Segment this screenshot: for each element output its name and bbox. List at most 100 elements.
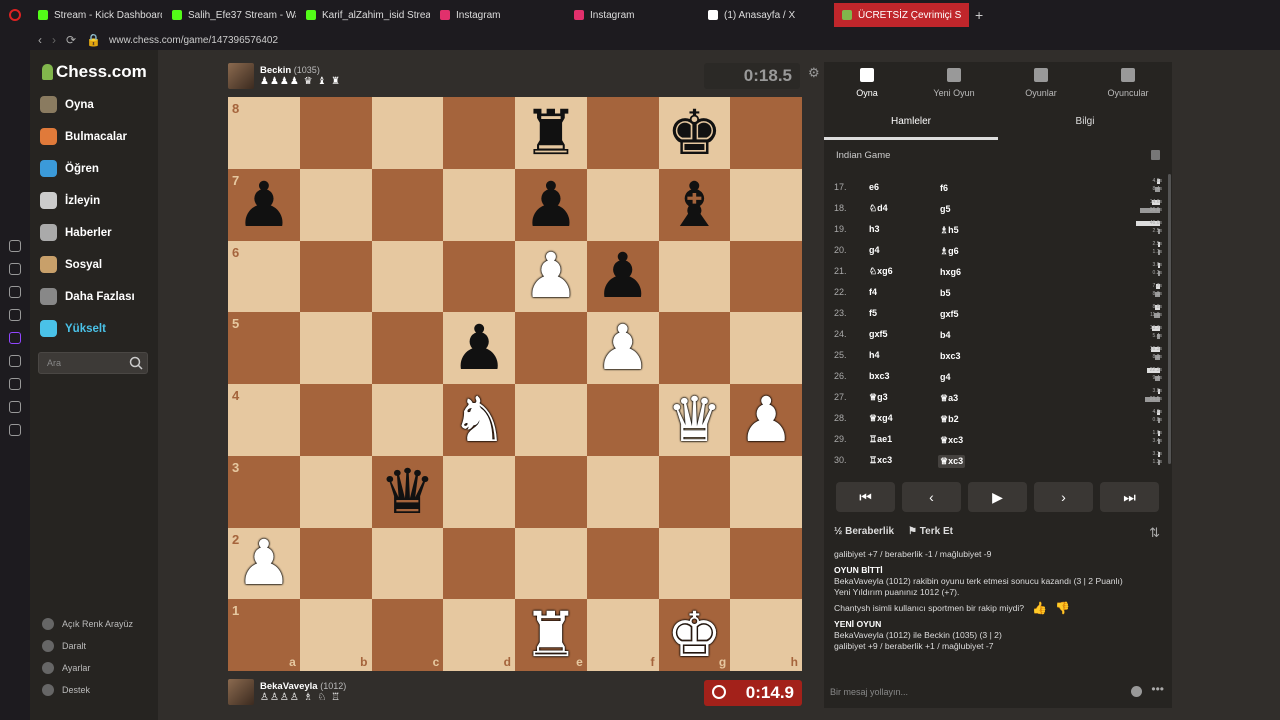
- black-king-piece[interactable]: ♚: [667, 101, 723, 164]
- square-c4[interactable]: [371, 384, 444, 456]
- nav-item-diamond[interactable]: Yükselt: [40, 320, 106, 337]
- white-pawn-piece[interactable]: ♟: [595, 317, 651, 379]
- play-button[interactable]: ▶: [968, 482, 1027, 512]
- square-h5[interactable]: [730, 312, 802, 384]
- thumbs-down-icon[interactable]: 👎: [1055, 602, 1070, 614]
- square-c2[interactable]: [371, 527, 444, 600]
- black-rook-piece[interactable]: ♜: [523, 101, 579, 164]
- square-h1[interactable]: h: [730, 599, 802, 671]
- square-e7[interactable]: ♟: [515, 168, 587, 241]
- square-e4[interactable]: [515, 384, 587, 456]
- bottom-nav-item[interactable]: Destek: [42, 684, 90, 696]
- chess-logo[interactable]: Chess.com: [42, 62, 147, 82]
- player-icon[interactable]: [9, 378, 21, 390]
- square-a7[interactable]: ♟ 7: [228, 168, 300, 241]
- browser-tab[interactable]: Stream - Kick Dashboard: [30, 3, 162, 27]
- square-f3[interactable]: [586, 455, 659, 528]
- black-bishop-piece[interactable]: ♝: [667, 173, 723, 236]
- white-move[interactable]: h3: [869, 224, 880, 234]
- first-move-button[interactable]: ⏮: [836, 482, 895, 512]
- square-h4[interactable]: ♟: [730, 384, 802, 456]
- nav-item-puzzle[interactable]: Bulmacalar: [40, 128, 127, 145]
- black-move[interactable]: f6: [938, 182, 950, 194]
- white-pawn-piece[interactable]: ♟: [236, 532, 292, 594]
- square-f4[interactable]: [586, 384, 659, 456]
- black-move[interactable]: b4: [938, 329, 953, 341]
- black-queen-piece[interactable]: ♛: [380, 460, 436, 523]
- nav-item-watch[interactable]: İzleyin: [40, 192, 100, 209]
- panel-tab-new-game[interactable]: Yeni Oyun: [911, 66, 997, 98]
- square-b7[interactable]: [299, 168, 372, 241]
- opera-logo-icon[interactable]: [0, 9, 30, 21]
- next-move-button[interactable]: ›: [1034, 482, 1093, 512]
- last-move-button[interactable]: ⏭: [1100, 482, 1159, 512]
- black-move[interactable]: gxf5: [938, 308, 961, 320]
- white-king-piece[interactable]: ♚: [667, 604, 723, 666]
- white-move[interactable]: ♕xg4: [869, 413, 893, 424]
- square-g4[interactable]: ♛: [658, 384, 731, 456]
- square-b1[interactable]: b: [299, 599, 372, 671]
- square-b3[interactable]: [299, 455, 372, 528]
- flip-board-icon[interactable]: ⇅: [1149, 525, 1160, 541]
- more-options-icon[interactable]: •••: [1151, 682, 1164, 696]
- square-e2[interactable]: [515, 527, 587, 600]
- tab-info[interactable]: Bilgi: [998, 110, 1172, 140]
- browser-tab[interactable]: (1) Anasayfa / X: [700, 3, 832, 27]
- nav-item-learn[interactable]: Öğren: [40, 160, 99, 177]
- square-f8[interactable]: [586, 97, 659, 169]
- search-input[interactable]: Ara: [38, 352, 148, 374]
- white-move[interactable]: ♖xc3: [869, 455, 892, 466]
- nav-item-news[interactable]: Haberler: [40, 224, 112, 241]
- nav-item-social[interactable]: Sosyal: [40, 256, 102, 273]
- white-move[interactable]: ♖ae1: [869, 434, 892, 445]
- square-c3[interactable]: ♛: [371, 455, 444, 528]
- square-f5[interactable]: ♟: [586, 312, 659, 384]
- white-move[interactable]: gxf5: [869, 329, 888, 339]
- square-d2[interactable]: [443, 527, 515, 600]
- black-move[interactable]: g4: [938, 371, 953, 383]
- square-g6[interactable]: [658, 240, 731, 313]
- square-g1[interactable]: ♚ g: [658, 599, 731, 671]
- square-b8[interactable]: [299, 97, 372, 169]
- browser-tab[interactable]: Karif_alZahim_isid Stream: [298, 3, 430, 27]
- white-pawn-piece[interactable]: ♟: [523, 245, 579, 307]
- white-rook-piece[interactable]: ♜: [523, 604, 579, 666]
- search-icon[interactable]: [129, 356, 143, 370]
- board-settings-icon[interactable]: ⚙: [808, 65, 820, 81]
- emoji-icon[interactable]: [1131, 686, 1142, 697]
- resign-button[interactable]: ⚑ Terk Et: [908, 526, 953, 537]
- black-move[interactable]: ♕xc3: [938, 455, 966, 468]
- clock-icon[interactable]: [9, 401, 21, 413]
- square-c8[interactable]: [371, 97, 444, 169]
- square-e1[interactable]: ♜ e: [515, 599, 587, 671]
- square-g3[interactable]: [658, 455, 731, 528]
- white-move[interactable]: e6: [869, 182, 879, 192]
- square-g2[interactable]: [658, 527, 731, 600]
- square-f7[interactable]: [586, 168, 659, 241]
- square-a3[interactable]: 3: [228, 455, 300, 528]
- black-pawn-piece[interactable]: ♟: [595, 245, 651, 307]
- square-h2[interactable]: [730, 527, 802, 600]
- black-move[interactable]: hxg6: [938, 266, 963, 278]
- panel-tab-play[interactable]: Oyna: [824, 66, 910, 98]
- square-f1[interactable]: f: [586, 599, 659, 671]
- square-c5[interactable]: [371, 312, 444, 384]
- square-h7[interactable]: [730, 168, 802, 241]
- x-icon[interactable]: [9, 355, 21, 367]
- avatar[interactable]: [228, 63, 254, 89]
- player-name[interactable]: BekaVaveyla: [260, 681, 318, 692]
- square-a1[interactable]: 1a: [228, 599, 300, 671]
- square-h8[interactable]: [730, 97, 802, 169]
- white-knight-piece[interactable]: ♞: [451, 388, 507, 451]
- reload-icon[interactable]: ⟳: [66, 33, 76, 47]
- square-d1[interactable]: d: [443, 599, 515, 671]
- square-f6[interactable]: ♟: [586, 240, 659, 313]
- black-move[interactable]: ♗g6: [938, 245, 961, 258]
- square-b6[interactable]: [299, 240, 372, 313]
- tab-moves[interactable]: Hamleler: [824, 110, 998, 140]
- square-d7[interactable]: [443, 168, 515, 241]
- twitch-icon[interactable]: [9, 332, 21, 344]
- black-pawn-piece[interactable]: ♟: [451, 317, 507, 379]
- chess-board[interactable]: 8 ♜ ♚ ♟ 7 ♟ ♝ 6 ♟ ♟ 5 ♟ ♟ 4 ♞ ♛ ♟ 3 ♛ ♟ 2 1 a b c d ♜ e f ♚ g h: [228, 97, 802, 671]
- square-d3[interactable]: [443, 455, 515, 528]
